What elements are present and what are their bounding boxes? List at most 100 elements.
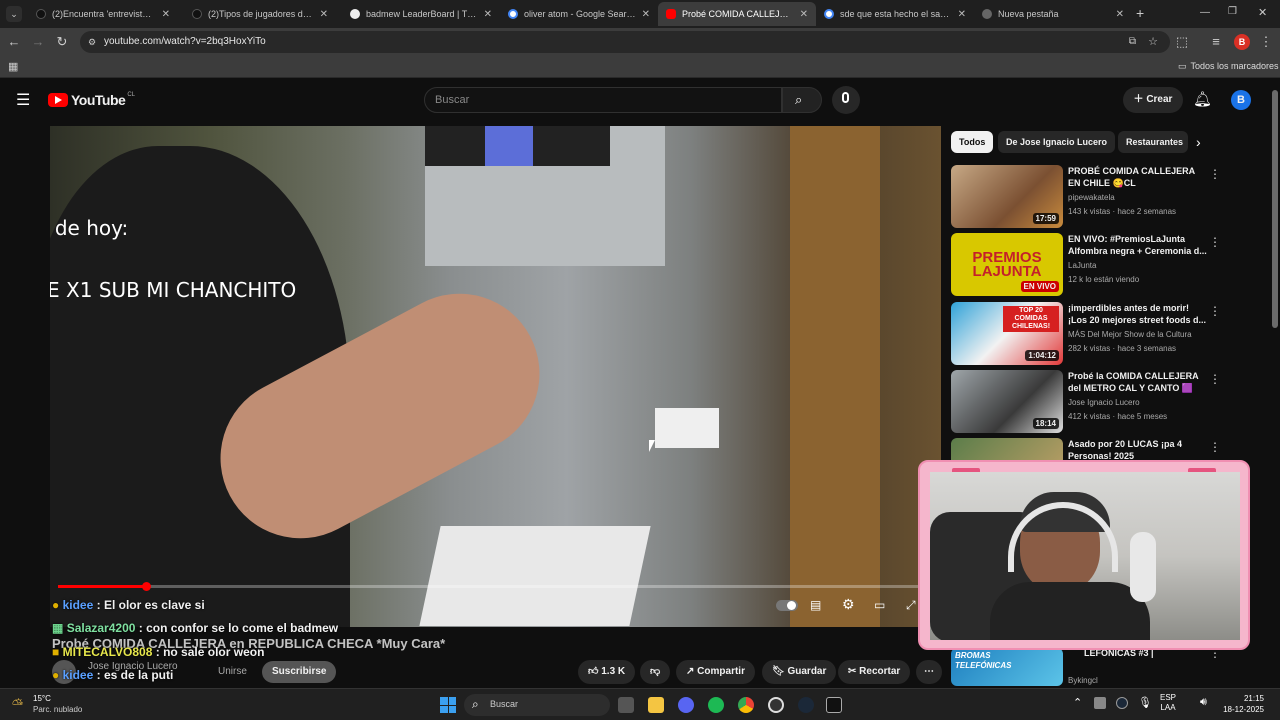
video-title: ¡imperdibles antes de morir! ¡Los 20 mej… xyxy=(1068,303,1207,325)
create-button[interactable]: ＋ Crear xyxy=(1123,87,1183,113)
chip-all[interactable]: Todos xyxy=(951,131,994,153)
youtube-play-icon xyxy=(48,93,68,107)
share-button[interactable]: ↗ Compartir xyxy=(676,660,755,684)
subtitles-icon[interactable]: ▤ xyxy=(810,598,821,612)
page-scrollbar[interactable] xyxy=(1272,90,1278,328)
clip-button[interactable]: ✂ Recortar xyxy=(838,660,911,684)
apps-grid-icon[interactable]: ▦ xyxy=(8,60,18,73)
join-button[interactable]: Unirse xyxy=(218,666,247,677)
tab-2[interactable]: badmew LeaderBoard | The be ✕ xyxy=(342,2,500,26)
install-icon[interactable]: ⧉ xyxy=(1129,31,1136,53)
back-icon[interactable]: ← xyxy=(6,34,22,50)
new-tab-button[interactable]: + xyxy=(1136,5,1144,21)
weather-icon[interactable]: ⛅︎ xyxy=(12,696,23,713)
maximize-button[interactable]: ❐ xyxy=(1228,6,1237,17)
more-options-icon[interactable]: ⋮ xyxy=(1209,372,1221,386)
dislike-button[interactable]: 👎︎ xyxy=(640,660,671,684)
discord-icon[interactable] xyxy=(678,697,694,713)
save-button[interactable]: 🔖︎ Guardar xyxy=(762,660,837,684)
volume-icon[interactable]: 🔊︎ xyxy=(1200,696,1207,709)
recommendation-thumbnail-partial[interactable]: BROMAS TELEFÓNICAS xyxy=(951,648,1063,686)
file-explorer-icon[interactable] xyxy=(648,697,664,713)
tab-5[interactable]: sde que esta hecho el sanguch ✕ xyxy=(816,2,974,26)
close-icon[interactable]: ✕ xyxy=(642,9,650,20)
tab-3[interactable]: oliver atom - Google Search ✕ xyxy=(500,2,658,26)
clock[interactable]: 21:15 18-12-2025 xyxy=(1222,693,1264,715)
close-icon[interactable]: ✕ xyxy=(484,9,492,20)
close-window-button[interactable]: ✕ xyxy=(1258,6,1267,19)
tray-steam-icon[interactable] xyxy=(1116,697,1128,709)
forward-icon[interactable]: → xyxy=(30,34,46,50)
video-progress-handle[interactable] xyxy=(142,582,151,591)
spotify-icon[interactable] xyxy=(708,697,724,713)
chip-from-channel[interactable]: De Jose Ignacio Lucero xyxy=(998,131,1116,153)
recommendation-item[interactable]: PREMIOS LAJUNTA EN VIVO EN VIVO: #Premio… xyxy=(951,233,1271,297)
settings-gear-icon[interactable]: ⚙ xyxy=(842,596,855,613)
language-indicator[interactable]: ESP LAA xyxy=(1160,693,1176,713)
youtube-logo[interactable]: YouTube CL xyxy=(48,92,135,108)
obs-icon[interactable] xyxy=(768,697,784,713)
all-bookmarks-link[interactable]: ▭ Todos los marcadores xyxy=(1178,61,1279,72)
steam-icon[interactable] xyxy=(798,697,814,713)
address-bar: ← → ↻ ⚙ youtube.com/watch?v=2bq3HoxYiTo … xyxy=(0,28,1280,56)
site-info-icon[interactable]: ⚙ xyxy=(88,31,96,53)
tray-microphone-icon[interactable]: 🎙︎ xyxy=(1138,696,1152,709)
chip-next-icon[interactable]: › xyxy=(1196,134,1201,150)
profile-avatar[interactable]: B xyxy=(1234,34,1250,50)
tab-6[interactable]: Nueva pestaña ✕ xyxy=(974,2,1132,26)
tab-search-button[interactable]: ⌄ xyxy=(6,6,22,22)
extensions-icon[interactable]: ⬚ xyxy=(1174,34,1190,50)
more-options-icon[interactable]: ⋮ xyxy=(1209,167,1221,181)
webcam-overlay xyxy=(918,460,1250,650)
chip-restaurants[interactable]: Restaurantes xyxy=(1118,131,1188,153)
video-progress-track[interactable] xyxy=(58,585,933,588)
taskbar-search[interactable]: ⌕ Buscar xyxy=(464,694,610,716)
notifications-bell-icon[interactable]: 🔔︎ xyxy=(1193,90,1212,108)
close-icon[interactable]: ✕ xyxy=(162,9,170,20)
more-options-icon[interactable]: ⋮ xyxy=(1209,304,1221,318)
more-actions-button[interactable]: ⋯ xyxy=(916,660,942,684)
video-sticker xyxy=(655,408,719,448)
tray-app-icon[interactable] xyxy=(1094,697,1106,709)
task-view-icon[interactable] xyxy=(618,697,634,713)
search-button[interactable]: ⌕ xyxy=(782,87,822,113)
epic-games-icon[interactable] xyxy=(826,697,842,713)
reading-list-icon[interactable]: ≡ xyxy=(1208,34,1224,50)
chat-username: MITECALVO808 xyxy=(62,645,153,659)
tab-0[interactable]: (2)Encuentra 'entrevista feria ch ✕ xyxy=(28,2,178,26)
tab-title: (2)Encuentra 'entrevista feria ch xyxy=(52,9,156,19)
close-icon[interactable]: ✕ xyxy=(1116,9,1124,20)
fullscreen-icon[interactable]: ⤢ xyxy=(906,598,916,613)
bookmark-star-icon[interactable]: ☆ xyxy=(1148,31,1158,53)
recommendation-item[interactable]: 17:59 PROBÉ COMIDA CALLEJERA EN CHILE 😋C… xyxy=(951,165,1271,229)
more-options-icon[interactable]: ⋮ xyxy=(1209,235,1221,249)
recommendation-item[interactable]: 18:14 Probé la COMIDA CALLEJERA del METR… xyxy=(951,370,1271,434)
logo-text: YouTube xyxy=(71,92,126,108)
close-icon[interactable]: ✕ xyxy=(800,9,808,20)
channel-avatar[interactable]: B xyxy=(1231,90,1251,110)
theater-mode-icon[interactable]: ▭ xyxy=(874,598,885,612)
close-icon[interactable]: ✕ xyxy=(320,9,328,20)
minimize-button[interactable]: — xyxy=(1200,7,1210,18)
video-player[interactable]: Subs de hoy: KIDEE X1 SUB MI CHANCHITO ▤… xyxy=(50,126,941,627)
autoplay-toggle[interactable] xyxy=(776,600,798,611)
more-options-icon[interactable]: ⋮ xyxy=(1209,440,1221,454)
menu-dots-icon[interactable]: ⋮ xyxy=(1258,34,1274,50)
url-field[interactable]: ⚙ youtube.com/watch?v=2bq3HoxYiTo ⧉ ☆ xyxy=(80,31,1170,53)
tab-1[interactable]: (2)Tipos de jugadores de fútbol ✕ xyxy=(184,2,336,26)
search-icon: ⌕ xyxy=(795,92,803,107)
like-button[interactable]: 👍︎ 1.3 K xyxy=(578,660,636,684)
subscribe-button[interactable]: Suscribirse xyxy=(262,661,337,683)
hamburger-menu-icon[interactable]: ☰ xyxy=(16,90,30,110)
reload-icon[interactable]: ↻ xyxy=(54,34,70,50)
voice-search-button[interactable] xyxy=(832,86,860,114)
chat-message: : no sale olor weon xyxy=(155,645,265,659)
tab-4-active[interactable]: Probé COMIDA CALLEJERA en R ✕ xyxy=(658,2,816,26)
windows-start-icon[interactable] xyxy=(440,697,456,713)
chrome-icon[interactable] xyxy=(738,697,754,713)
recommendation-item[interactable]: TOP 20 COMIDAS CHILENAS! 1:04:12 ¡imperd… xyxy=(951,302,1271,366)
search-input[interactable]: Buscar xyxy=(424,87,782,113)
weather-temp[interactable]: 15°C xyxy=(33,694,51,703)
tray-chevron-icon[interactable]: ⌃ xyxy=(1073,696,1082,709)
close-icon[interactable]: ✕ xyxy=(958,9,966,20)
